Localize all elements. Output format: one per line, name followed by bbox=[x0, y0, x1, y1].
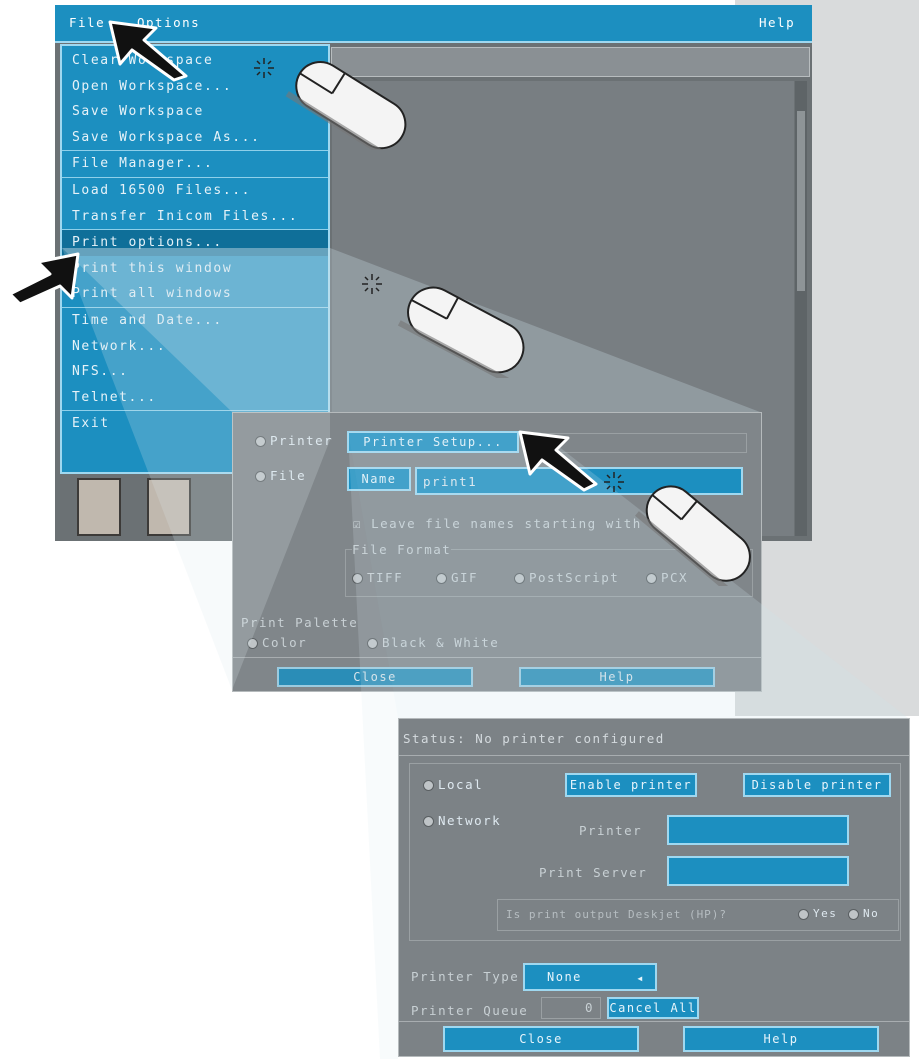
print-server-label: Print Server bbox=[539, 865, 648, 880]
dropdown-arrow-icon: ◂ bbox=[636, 971, 645, 985]
cancel-all-button[interactable]: Cancel All bbox=[607, 997, 699, 1019]
thumbnail-2[interactable] bbox=[147, 478, 191, 536]
setup-divider bbox=[399, 1021, 909, 1022]
dialog-divider bbox=[233, 657, 761, 658]
printer-type-label: Printer Type bbox=[411, 969, 520, 984]
file-radio[interactable]: File bbox=[255, 468, 306, 483]
thumbnail-1[interactable] bbox=[77, 478, 121, 536]
menu-item-transfer-files[interactable]: Transfer Inicom Files... bbox=[62, 204, 328, 230]
printer-setup-button[interactable]: Printer Setup... bbox=[347, 431, 519, 453]
menu-item-nfs[interactable]: NFS... bbox=[62, 359, 328, 385]
printer-setup-help-button[interactable]: Help bbox=[683, 1026, 879, 1052]
deskjet-no-radio[interactable]: No bbox=[848, 907, 879, 920]
print-options-close-button[interactable]: Close bbox=[277, 667, 473, 687]
enable-printer-button[interactable]: Enable printer bbox=[565, 773, 697, 797]
deskjet-question-label: Is print output Deskjet (HP)? bbox=[506, 908, 728, 921]
network-radio[interactable]: Network bbox=[423, 813, 501, 828]
menu-item-file-manager[interactable]: File Manager... bbox=[62, 150, 328, 177]
menu-file[interactable]: File bbox=[69, 15, 105, 30]
printer-setup-dialog: Status: No printer configured Local Enab… bbox=[398, 718, 910, 1057]
print-options-help-button[interactable]: Help bbox=[519, 667, 715, 687]
format-gif-radio[interactable]: GIF bbox=[436, 570, 478, 585]
deskjet-yes-radio[interactable]: Yes bbox=[798, 907, 837, 920]
pointer-arrow-icon bbox=[8, 252, 80, 306]
file-format-label: File Format bbox=[352, 542, 452, 557]
disable-printer-button[interactable]: Disable printer bbox=[743, 773, 891, 797]
format-tiff-radio[interactable]: TIFF bbox=[352, 570, 403, 585]
menu-item-network[interactable]: Network... bbox=[62, 334, 328, 360]
printer-status: Status: No printer configured bbox=[403, 731, 665, 746]
filename-label: Name bbox=[347, 467, 411, 491]
printer-type-select[interactable]: None ◂ bbox=[523, 963, 657, 991]
printer-field-label: Printer bbox=[579, 823, 643, 838]
palette-color-radio[interactable]: Color bbox=[247, 635, 307, 650]
print-palette-label: Print Palette bbox=[241, 615, 359, 630]
menu-item-print-all-windows[interactable]: Print all windows bbox=[62, 281, 328, 307]
printer-queue-count: 0 bbox=[541, 997, 601, 1019]
menu-item-print-this-window[interactable]: Print this window bbox=[62, 256, 328, 282]
menu-help[interactable]: Help bbox=[759, 15, 795, 30]
scrollbar-thumb[interactable] bbox=[797, 111, 805, 291]
leave-names-checkbox[interactable]: ☑ Leave file names starting with bbox=[353, 516, 642, 531]
pointer-arrow-icon bbox=[518, 430, 598, 492]
status-divider bbox=[399, 755, 909, 756]
printer-setup-close-button[interactable]: Close bbox=[443, 1026, 639, 1052]
mouse-click-icon bbox=[604, 472, 751, 586]
printer-queue-label: Printer Queue bbox=[411, 1003, 529, 1018]
printer-radio[interactable]: Printer bbox=[255, 433, 333, 448]
pointer-arrow-icon bbox=[108, 20, 188, 82]
scrollbar[interactable] bbox=[795, 81, 807, 536]
menu-item-time-and-date[interactable]: Time and Date... bbox=[62, 306, 328, 334]
deskjet-group: Is print output Deskjet (HP)? Yes No bbox=[497, 899, 899, 931]
menu-item-telnet[interactable]: Telnet... bbox=[62, 385, 328, 411]
mouse-click-icon bbox=[254, 58, 407, 150]
menu-item-print-options[interactable]: Print options... bbox=[62, 229, 328, 256]
print-server-input[interactable] bbox=[667, 856, 849, 886]
palette-bw-radio[interactable]: Black & White bbox=[367, 635, 499, 650]
local-radio[interactable]: Local bbox=[423, 777, 483, 792]
menu-item-load-files[interactable]: Load 16500 Files... bbox=[62, 176, 328, 204]
printer-name-input[interactable] bbox=[667, 815, 849, 845]
mouse-click-icon bbox=[362, 274, 525, 378]
